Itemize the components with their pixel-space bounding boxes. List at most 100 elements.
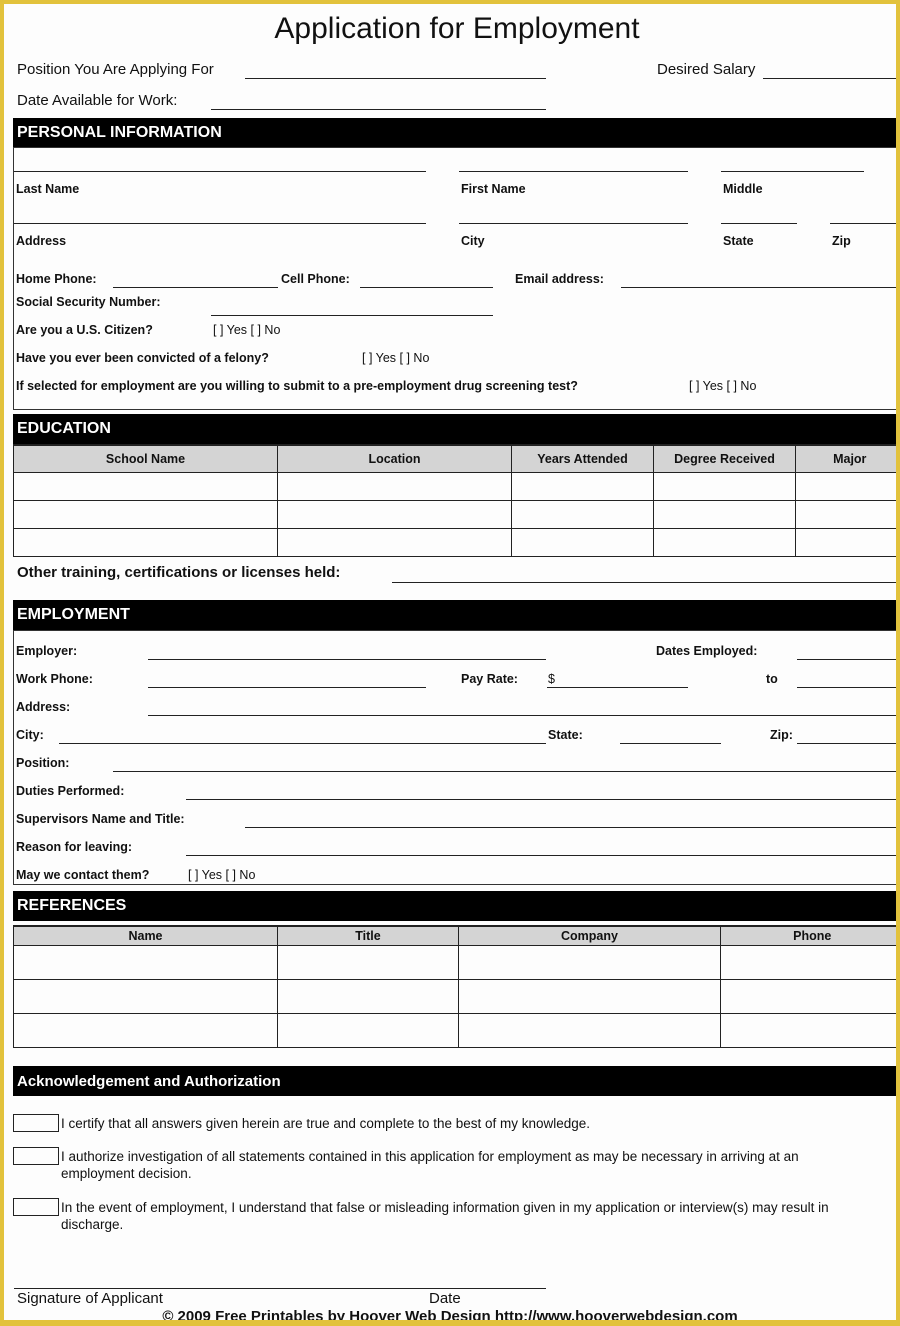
table-cell[interactable] bbox=[653, 499, 796, 529]
city-field[interactable] bbox=[459, 223, 688, 224]
employer-field[interactable] bbox=[148, 659, 546, 660]
email-field[interactable] bbox=[621, 287, 896, 288]
last-name-field[interactable] bbox=[14, 171, 426, 172]
signature-label: Signature of Applicant bbox=[17, 1290, 163, 1307]
contact-employer-question: May we contact them? bbox=[16, 868, 150, 882]
dates-employed-to-field[interactable] bbox=[797, 687, 896, 688]
table-cell[interactable] bbox=[13, 499, 278, 529]
ssn-field[interactable] bbox=[211, 315, 493, 316]
table-cell[interactable] bbox=[277, 499, 512, 529]
column-company: Company bbox=[458, 925, 721, 946]
other-training-field[interactable] bbox=[392, 582, 896, 583]
supervisor-label: Supervisors Name and Title: bbox=[16, 812, 185, 826]
employment-box bbox=[13, 630, 896, 885]
position-field[interactable] bbox=[245, 78, 546, 79]
drug-test-question: If selected for employment are you willi… bbox=[16, 379, 578, 393]
column-degree-received: Degree Received bbox=[653, 444, 796, 473]
table-cell[interactable] bbox=[13, 944, 278, 980]
discharge-checkbox[interactable] bbox=[13, 1198, 59, 1216]
position-label: Position You Are Applying For bbox=[17, 61, 214, 78]
salary-field[interactable] bbox=[763, 78, 896, 79]
felony-yes-no-checkboxes[interactable]: [ ] Yes [ ] No bbox=[362, 351, 429, 365]
cell-phone-label: Cell Phone: bbox=[281, 272, 350, 286]
section-header-references: REFERENCES bbox=[13, 891, 896, 921]
reason-leaving-field[interactable] bbox=[186, 855, 896, 856]
work-phone-field[interactable] bbox=[148, 687, 426, 688]
middle-name-label: Middle bbox=[723, 182, 763, 196]
employer-state-field[interactable] bbox=[620, 743, 721, 744]
table-cell[interactable] bbox=[277, 978, 459, 1014]
table-cell[interactable] bbox=[458, 1012, 721, 1048]
table-cell[interactable] bbox=[13, 527, 278, 557]
employer-label: Employer: bbox=[16, 644, 78, 658]
zip-field[interactable] bbox=[830, 223, 896, 224]
application-form: Application for Employment Position You … bbox=[4, 4, 896, 1320]
table-cell[interactable] bbox=[720, 1012, 896, 1048]
table-cell[interactable] bbox=[653, 527, 796, 557]
authorize-checkbox[interactable] bbox=[13, 1147, 59, 1165]
table-cell[interactable] bbox=[13, 1012, 278, 1048]
citizen-yes-no-checkboxes[interactable]: [ ] Yes [ ] No bbox=[213, 323, 280, 337]
table-row bbox=[13, 944, 896, 980]
table-cell[interactable] bbox=[720, 978, 896, 1014]
table-cell[interactable] bbox=[13, 978, 278, 1014]
employer-zip-field[interactable] bbox=[797, 743, 896, 744]
table-row bbox=[13, 471, 896, 501]
section-header-employment: EMPLOYMENT bbox=[13, 600, 896, 630]
table-row bbox=[13, 1012, 896, 1048]
home-phone-label: Home Phone: bbox=[16, 272, 97, 286]
work-phone-label: Work Phone: bbox=[16, 672, 93, 686]
dates-employed-from-field[interactable] bbox=[797, 659, 896, 660]
drug-test-yes-no-checkboxes[interactable]: [ ] Yes [ ] No bbox=[689, 379, 756, 393]
date-available-label: Date Available for Work: bbox=[17, 92, 178, 109]
table-cell[interactable] bbox=[277, 1012, 459, 1048]
duties-label: Duties Performed: bbox=[16, 784, 125, 798]
table-cell[interactable] bbox=[795, 471, 896, 501]
signature-line[interactable] bbox=[14, 1288, 546, 1289]
table-cell[interactable] bbox=[720, 944, 896, 980]
citizen-question: Are you a U.S. Citizen? bbox=[16, 323, 153, 337]
currency-symbol: $ bbox=[548, 672, 555, 686]
zip-label: Zip bbox=[832, 234, 851, 248]
authorize-statement: I authorize investigation of all stateme… bbox=[61, 1149, 799, 1181]
cell-phone-field[interactable] bbox=[360, 287, 493, 288]
state-label: State bbox=[723, 234, 754, 248]
table-cell[interactable] bbox=[511, 499, 654, 529]
job-position-field[interactable] bbox=[113, 771, 896, 772]
date-available-field[interactable] bbox=[211, 109, 546, 110]
section-header-education: EDUCATION bbox=[13, 414, 896, 444]
state-field[interactable] bbox=[721, 223, 797, 224]
employer-zip-label: Zip: bbox=[770, 728, 793, 742]
column-major: Major bbox=[795, 444, 896, 473]
table-cell[interactable] bbox=[13, 471, 278, 501]
table-cell[interactable] bbox=[653, 471, 796, 501]
table-cell[interactable] bbox=[277, 527, 512, 557]
job-position-label: Position: bbox=[16, 756, 70, 770]
table-cell[interactable] bbox=[277, 944, 459, 980]
certify-checkbox[interactable] bbox=[13, 1114, 59, 1132]
pay-rate-field[interactable] bbox=[547, 687, 688, 688]
contact-yes-no-checkboxes[interactable]: [ ] Yes [ ] No bbox=[188, 868, 255, 882]
table-cell[interactable] bbox=[795, 499, 896, 529]
address-field[interactable] bbox=[14, 223, 426, 224]
first-name-label: First Name bbox=[461, 182, 526, 196]
felony-question: Have you ever been convicted of a felony… bbox=[16, 351, 269, 365]
references-table: Name Title Company Phone bbox=[13, 925, 896, 1048]
first-name-field[interactable] bbox=[459, 171, 688, 172]
supervisor-field[interactable] bbox=[245, 827, 896, 828]
table-cell[interactable] bbox=[511, 471, 654, 501]
dates-employed-label: Dates Employed: bbox=[656, 644, 758, 658]
employer-address-field[interactable] bbox=[148, 715, 896, 716]
table-cell[interactable] bbox=[277, 471, 512, 501]
duties-field[interactable] bbox=[186, 799, 896, 800]
table-cell[interactable] bbox=[795, 527, 896, 557]
table-cell[interactable] bbox=[511, 527, 654, 557]
middle-name-field[interactable] bbox=[721, 171, 864, 172]
employer-city-field[interactable] bbox=[59, 743, 546, 744]
table-cell[interactable] bbox=[458, 944, 721, 980]
home-phone-field[interactable] bbox=[113, 287, 278, 288]
table-cell[interactable] bbox=[458, 978, 721, 1014]
certify-statement: I certify that all answers given herein … bbox=[61, 1116, 591, 1131]
reason-leaving-label: Reason for leaving: bbox=[16, 840, 132, 854]
copyright-footer: © 2009 Free Printables by Hoover Web Des… bbox=[162, 1308, 738, 1320]
